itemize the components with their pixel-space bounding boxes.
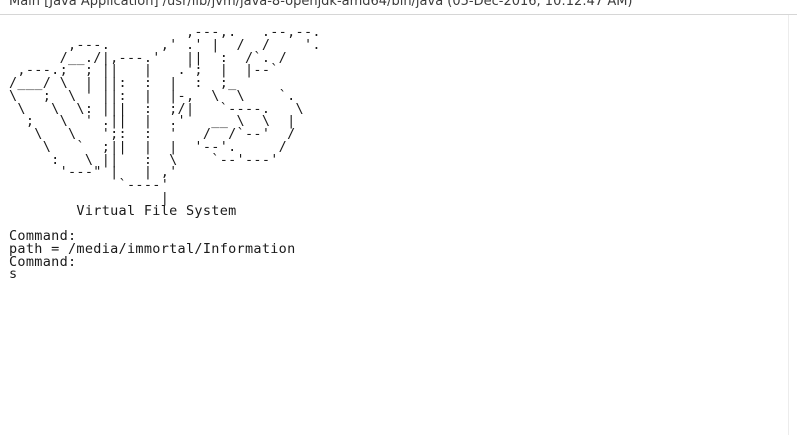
- console-output-area[interactable]: ,---,. .--,--. ,---. ,' .' | / / '. /__.…: [0, 15, 789, 435]
- console-line: Virtual File System: [9, 202, 237, 219]
- console-title-bar: Main [Java Application] /usr/lib/jvm/jav…: [0, 0, 797, 15]
- console-line: s: [9, 266, 18, 283]
- vertical-scrollbar[interactable]: [788, 15, 797, 435]
- console-line: Command:: [9, 253, 77, 270]
- console-title: Main [Java Application] /usr/lib/jvm/jav…: [9, 0, 633, 9]
- console-output-text: ,---,. .--,--. ,---. ,' .' | / / '. /__.…: [9, 25, 321, 283]
